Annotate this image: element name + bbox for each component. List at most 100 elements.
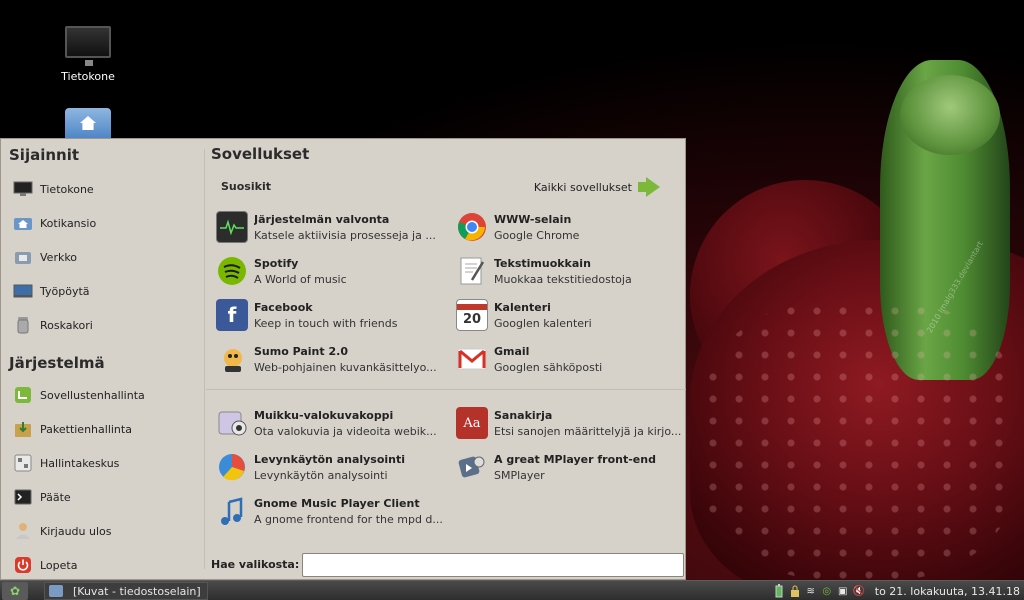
app-calendar[interactable]: 20 Kalenteri Googlen kalenteri	[456, 297, 688, 333]
sumo-paint-icon	[216, 343, 248, 375]
terminal-icon	[13, 488, 33, 506]
lock-icon[interactable]	[789, 584, 801, 598]
app-desc: Web-pohjainen kuvankäsittelyo...	[254, 360, 437, 374]
webcam-icon	[216, 407, 248, 439]
app-name: Tekstimuokkain	[494, 256, 591, 270]
dictionary-icon: Aa	[456, 407, 488, 439]
system-item-label: Hallintakeskus	[40, 456, 120, 470]
favorites-label: Suosikit	[221, 180, 271, 193]
app-spotify[interactable]: Spotify A World of music	[216, 253, 448, 289]
calendar-day: 20	[462, 311, 482, 327]
calendar-icon: 20	[456, 299, 488, 331]
gmail-icon	[456, 343, 488, 375]
facebook-icon: f	[216, 299, 248, 331]
smplayer-icon	[456, 451, 488, 483]
clock[interactable]: to 21. lokakuuta, 13.41.18	[875, 585, 1020, 598]
app-system-monitor[interactable]: Järjestelmän valvonta Katsele aktiivisia …	[216, 209, 448, 245]
system-item-package-manager[interactable]: Pakettienhallinta	[13, 417, 193, 441]
spotify-icon	[216, 255, 248, 287]
app-name: A great MPlayer front-end	[494, 452, 656, 466]
places-title: Sijainnit	[9, 146, 80, 164]
app-name: WWW-selain	[494, 212, 572, 226]
app-disk-usage[interactable]: Levynkäytön analysointi Levynkäytön analy…	[216, 449, 448, 485]
system-item-label: Pakettienhallinta	[40, 422, 132, 436]
app-desc: Ota valokuvia ja videoita webik...	[254, 424, 437, 438]
software-manager-icon	[13, 386, 33, 404]
all-apps-label: Kaikki sovellukset	[533, 180, 632, 194]
taskbar-window-button[interactable]: [Kuvat - tiedostoselain]	[44, 582, 208, 600]
app-name: Gmail	[494, 344, 530, 358]
system-item-label: Lopeta	[40, 558, 78, 572]
app-text-editor[interactable]: Tekstimuokkain Muokkaa tekstitiedostoja	[456, 253, 688, 289]
taskbar-window-label: [Kuvat - tiedostoselain]	[73, 584, 201, 598]
menu-left-column: Sijainnit Tietokone Kotikansio Verkko Ty…	[1, 139, 203, 579]
app-desc: A gnome frontend for the mpd d...	[254, 512, 443, 526]
desktop-icon	[13, 282, 33, 300]
all-apps-button[interactable]: Kaikki sovellukset	[534, 177, 660, 197]
arrow-right-icon-head	[646, 177, 660, 197]
app-desc: SMPlayer	[494, 468, 545, 482]
app-desc: Keep in touch with friends	[254, 316, 398, 330]
place-item-label: Verkko	[40, 250, 78, 264]
app-name: Järjestelmän valvonta	[254, 212, 390, 226]
wifi-icon[interactable]: ≋	[805, 584, 817, 598]
app-smplayer[interactable]: A great MPlayer front-end SMPlayer	[456, 449, 688, 485]
system-item-logout[interactable]: Kirjaudu ulos	[13, 519, 193, 543]
app-name: Gnome Music Player Client	[254, 496, 420, 510]
system-item-terminal[interactable]: Pääte	[13, 485, 193, 509]
home-folder-icon	[65, 108, 111, 138]
place-item-network[interactable]: Verkko	[13, 245, 193, 269]
app-desc: Katsele aktiivisia prosesseja ja ...	[254, 228, 436, 242]
app-name: Muikku-valokuvakoppi	[254, 408, 394, 422]
place-item-trash[interactable]: Roskakori	[13, 313, 193, 337]
app-gmpc[interactable]: Gnome Music Player Client A gnome fronten…	[216, 493, 448, 529]
chrome-icon	[456, 211, 488, 243]
update-manager-icon[interactable]: ◎	[821, 584, 833, 598]
computer-icon	[65, 26, 111, 66]
search-label: Hae valikosta:	[211, 558, 300, 571]
computer-icon	[13, 180, 33, 198]
app-desc: Levynkäytön analysointi	[254, 468, 388, 482]
place-item-label: Kotikansio	[40, 216, 97, 230]
apps-title: Sovellukset	[211, 145, 310, 163]
keyboard-layout-icon[interactable]: ▣	[837, 584, 849, 598]
app-sumo-paint[interactable]: Sumo Paint 2.0 Web-pohjainen kuvankäsitte…	[216, 341, 448, 377]
app-facebook[interactable]: f Facebook Keep in touch with friends	[216, 297, 448, 333]
system-item-control-center[interactable]: Hallintakeskus	[13, 451, 193, 475]
app-desc: Googlen kalenteri	[494, 316, 592, 330]
menu-divider	[204, 149, 205, 569]
menu-search-input[interactable]	[302, 553, 684, 577]
place-item-home[interactable]: Kotikansio	[13, 211, 193, 235]
place-item-desktop[interactable]: Työpöytä	[13, 279, 193, 303]
place-item-label: Tietokone	[40, 182, 94, 196]
power-icon	[13, 556, 33, 574]
taskbar: ✿ [Kuvat - tiedostoselain] ≋ ◎ ▣ 🔇 to 21…	[0, 580, 1024, 600]
desktop-icon-computer[interactable]: Tietokone	[48, 26, 128, 83]
app-desc: Etsi sanojen määrittelyjä ja kirjo...	[494, 424, 682, 438]
system-item-software-manager[interactable]: Sovellustenhallinta	[13, 383, 193, 407]
desktop-icon-home[interactable]	[48, 108, 128, 138]
logout-icon	[13, 522, 33, 540]
trash-icon	[13, 316, 33, 334]
system-title: Järjestelmä	[9, 354, 105, 372]
place-item-label: Työpöytä	[40, 284, 90, 298]
battery-icon[interactable]	[773, 584, 785, 598]
calendar-header	[457, 303, 487, 310]
app-cheese[interactable]: Muikku-valokuvakoppi Ota valokuvia ja vid…	[216, 405, 448, 441]
system-item-label: Sovellustenhallinta	[40, 388, 145, 402]
app-dictionary[interactable]: Aa Sanakirja Etsi sanojen määrittelyjä ja…	[456, 405, 688, 441]
system-item-shutdown[interactable]: Lopeta	[13, 553, 193, 577]
music-player-icon	[216, 495, 248, 527]
pepper-stem-top	[900, 75, 1000, 155]
volume-muted-icon[interactable]: 🔇	[853, 584, 865, 598]
menu-button[interactable]: ✿	[2, 582, 28, 600]
app-www-browser[interactable]: WWW-selain Google Chrome	[456, 209, 688, 245]
place-item-computer[interactable]: Tietokone	[13, 177, 193, 201]
app-gmail[interactable]: Gmail Googlen sähköposti	[456, 341, 688, 377]
menu-apps-column: Sovellukset Suosikit Kaikki sovellukset …	[206, 139, 686, 579]
app-name: Kalenteri	[494, 300, 551, 314]
desktop-icon-label: Tietokone	[61, 70, 115, 83]
arrow-right-icon	[638, 182, 646, 192]
package-manager-icon	[13, 420, 33, 438]
system-monitor-icon	[216, 211, 248, 243]
